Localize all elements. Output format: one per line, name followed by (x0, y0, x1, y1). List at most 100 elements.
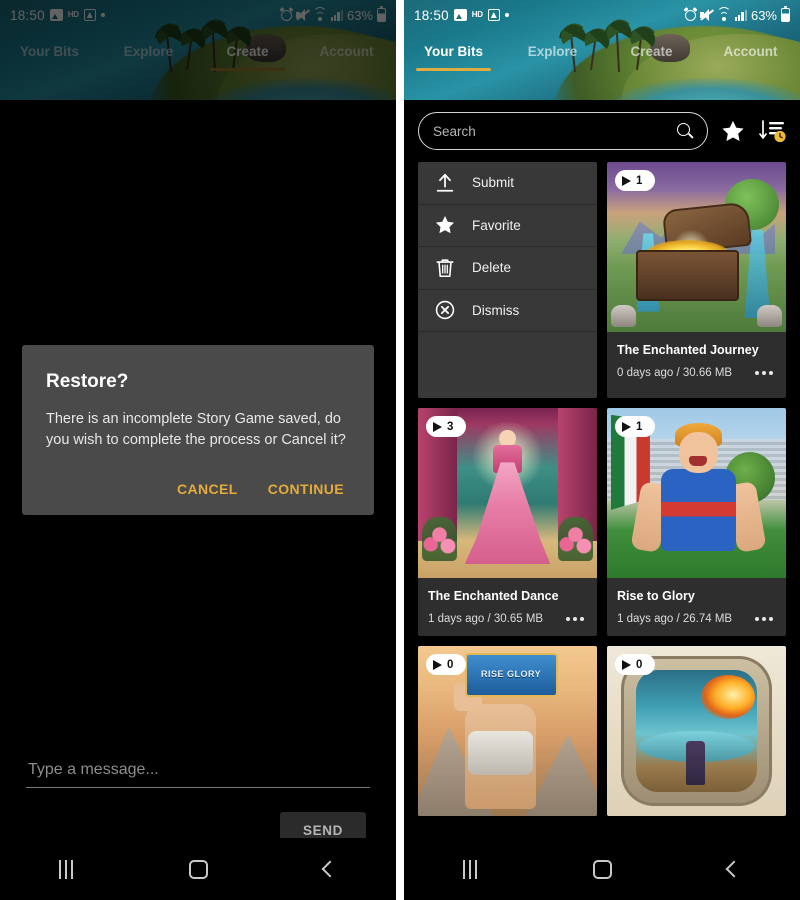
card-the-enchanted-dance[interactable]: 3 The Enchanted Dance 1 days ago / 30.65… (418, 408, 597, 636)
status-bar-left: 18:50 HD (10, 8, 105, 23)
play-count-badge: 1 (615, 416, 655, 437)
card-overflow-menu-button[interactable] (752, 614, 776, 624)
continue-button[interactable]: CONTINUE (266, 477, 346, 501)
hd-badge-icon: HD (471, 10, 483, 19)
screenshot-stage: 18:50 HD 63% Your Bits Explore Create Ac… (0, 0, 800, 900)
message-input[interactable] (26, 755, 370, 788)
cancel-button[interactable]: CANCEL (175, 477, 240, 501)
close-circle-icon (435, 301, 455, 320)
right-header-banner: 18:50 HD 63% Your Bits Explore Create Ac… (404, 0, 800, 100)
panel-divider (396, 0, 404, 900)
tab-explore[interactable]: Explore (99, 44, 198, 71)
card-cave-portal-partial[interactable]: 0 (607, 646, 786, 816)
tab-your-bits[interactable]: Your Bits (404, 44, 503, 71)
status-bar-left: 18:50 HD (414, 8, 509, 23)
card-meta-text: 1 days ago / 26.74 MB (617, 613, 733, 625)
search-box[interactable] (418, 112, 708, 150)
status-time: 18:50 (10, 7, 45, 23)
right-phone-panel: 18:50 HD 63% Your Bits Explore Create Ac… (404, 0, 800, 900)
trash-icon (436, 259, 454, 277)
sort-by-recent-icon[interactable] (758, 118, 786, 144)
right-phone-body: Submit Favorite Delete (404, 100, 800, 900)
card-thumbnail[interactable]: 0 (607, 646, 786, 816)
card-overflow-menu-button[interactable] (752, 368, 776, 378)
battery-icon (781, 5, 790, 22)
search-input[interactable] (433, 123, 677, 139)
status-time: 18:50 (414, 7, 449, 23)
card-title: The Enchanted Journey (617, 343, 759, 357)
play-count-badge: 1 (615, 170, 655, 191)
card-rise-to-glory[interactable]: 1 Rise to Glory 1 days ago / 26.74 MB (607, 408, 786, 636)
context-menu-label: Dismiss (472, 302, 520, 318)
card-context-menu: Submit Favorite Delete Dismiss (418, 162, 597, 398)
recent-apps-button[interactable] (404, 859, 536, 879)
card-title: Rise to Glory (617, 589, 695, 603)
tab-create[interactable]: Create (602, 44, 701, 71)
card-thumbnail[interactable]: 1 (607, 162, 786, 332)
status-bar: 18:50 HD 63% (0, 0, 396, 30)
home-button[interactable] (536, 859, 668, 879)
tab-account[interactable]: Account (297, 44, 396, 71)
status-bar: 18:50 HD 63% (404, 0, 800, 30)
mute-icon (295, 9, 310, 21)
back-chevron-icon (725, 860, 743, 878)
back-button[interactable] (264, 860, 396, 878)
screenshot-icon (487, 9, 500, 21)
battery-icon (377, 5, 386, 22)
dot-icon (100, 13, 105, 17)
dialog-message: There is an incomplete Story Game saved,… (46, 411, 346, 449)
tab-account[interactable]: Account (701, 44, 800, 71)
search-icon[interactable] (677, 123, 693, 139)
card-overflow-menu-button[interactable] (563, 614, 587, 624)
tab-your-bits[interactable]: Your Bits (0, 44, 99, 71)
wifi-icon (312, 6, 327, 21)
image-icon (453, 9, 467, 21)
card-meta-text: 1 days ago / 30.65 MB (428, 613, 544, 625)
card-thumbnail[interactable]: 1 (607, 408, 786, 578)
left-phone-panel: 18:50 HD 63% Your Bits Explore Create Ac… (0, 0, 396, 900)
back-button[interactable] (668, 860, 800, 878)
play-icon (433, 659, 442, 670)
card-title: The Enchanted Dance (428, 589, 559, 603)
card-thumbnail[interactable]: 3 (418, 408, 597, 578)
context-menu-item-delete[interactable]: Delete (418, 247, 597, 290)
upload-icon (436, 173, 454, 192)
context-menu-item-favorite[interactable]: Favorite (418, 205, 597, 247)
play-count: 3 (447, 420, 454, 433)
context-menu-label: Submit (472, 175, 515, 191)
play-icon (433, 421, 442, 432)
recent-apps-button[interactable] (0, 859, 132, 879)
play-icon (622, 175, 631, 186)
wifi-icon (716, 6, 731, 21)
image-icon (49, 9, 63, 21)
home-button[interactable] (132, 859, 264, 879)
context-menu-item-dismiss[interactable]: Dismiss (418, 290, 597, 332)
play-icon (622, 659, 631, 670)
play-count: 1 (636, 174, 643, 187)
context-menu-label: Delete (472, 260, 512, 276)
message-input-wrapper (26, 755, 370, 788)
alarm-icon (684, 9, 696, 21)
card-thumbnail[interactable]: RISE GLORY 0 (418, 646, 597, 816)
play-count-badge: 3 (426, 416, 466, 437)
left-header-banner: 18:50 HD 63% Your Bits Explore Create Ac… (0, 0, 396, 100)
context-menu-item-submit[interactable]: Submit (418, 162, 597, 205)
battery-percent: 63% (750, 7, 777, 23)
screenshot-icon (83, 9, 96, 21)
game-logo-text: RISE GLORY (464, 652, 558, 697)
play-count: 0 (636, 658, 643, 671)
tab-explore[interactable]: Explore (503, 44, 602, 71)
play-count: 0 (447, 658, 454, 671)
tab-create[interactable]: Create (198, 44, 297, 71)
play-count-badge: 0 (615, 654, 655, 675)
card-meta-text: 0 days ago / 30.66 MB (617, 367, 733, 379)
card-rise-glory-partial[interactable]: RISE GLORY 0 (418, 646, 597, 816)
restore-dialog: Restore? There is an incomplete Story Ga… (22, 345, 374, 516)
card-the-enchanted-journey[interactable]: 1 The Enchanted Journey 0 days ago / 30.… (607, 162, 786, 398)
mute-icon (699, 9, 714, 21)
alarm-icon (280, 9, 292, 21)
favorite-star-icon[interactable] (720, 119, 746, 144)
battery-percent: 63% (346, 7, 373, 23)
dialog-title: Restore? (46, 371, 129, 392)
play-count-badge: 0 (426, 654, 466, 675)
